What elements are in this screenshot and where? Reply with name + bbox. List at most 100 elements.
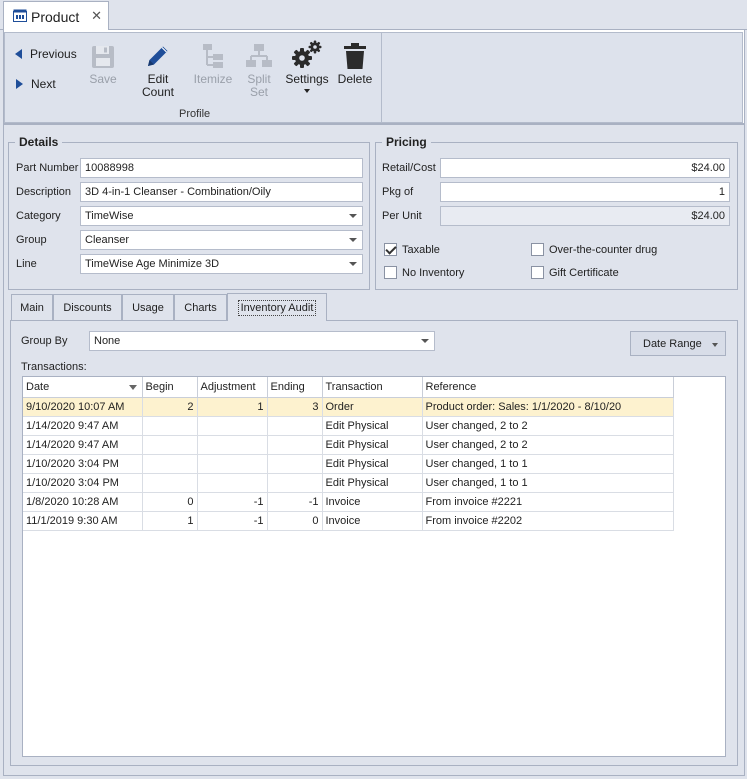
reference-cell: From invoice #2202	[422, 511, 674, 531]
otc-drug-checkbox[interactable]: Over-the-counter drug	[531, 243, 657, 256]
date-range-button[interactable]: Date Range	[630, 331, 726, 356]
column-header-ending[interactable]: Ending	[267, 377, 323, 398]
part-number-field[interactable]: 10088998	[80, 158, 363, 178]
tab-inventory-audit[interactable]: Inventory Audit	[227, 293, 327, 321]
line-label: Line	[16, 258, 37, 270]
previous-button[interactable]: Previous	[15, 47, 77, 61]
adjustment-cell: -1	[197, 492, 268, 512]
transactions-grid[interactable]: Date Begin Adjustment Ending Transaction…	[22, 376, 726, 757]
group-by-select[interactable]: None	[89, 331, 435, 351]
line-select[interactable]: TimeWise Age Minimize 3D	[80, 254, 363, 274]
tab-discounts-label: Discounts	[63, 301, 112, 314]
tab-usage-label: Usage	[132, 301, 164, 314]
sort-down-icon	[128, 385, 137, 390]
edit-count-button[interactable]: Edit Count	[130, 37, 186, 99]
no-inventory-checkbox[interactable]: No Inventory	[384, 266, 464, 279]
tab-main-label: Main	[20, 301, 44, 314]
details-legend: Details	[19, 135, 59, 149]
previous-label: Previous	[30, 47, 77, 61]
document-tab-product[interactable]: Product ✕	[3, 1, 109, 31]
column-header-adjustment[interactable]: Adjustment	[197, 377, 268, 398]
ending-cell: 0	[267, 511, 323, 531]
transactions-label: Transactions:	[21, 361, 87, 373]
begin-cell: 2	[142, 397, 198, 417]
description-label: Description	[16, 186, 72, 198]
begin-cell	[142, 473, 198, 493]
table-row[interactable]: 11/1/2019 9:30 AM 1 -1 0 Invoice From in…	[23, 511, 674, 531]
adjustment-cell: 1	[197, 397, 268, 417]
begin-cell: 1	[142, 511, 198, 531]
table-row[interactable]: 1/14/2020 9:47 AM Edit Physical User cha…	[23, 416, 674, 436]
transaction-cell: Edit Physical	[322, 473, 423, 493]
checkbox-icon	[531, 266, 544, 279]
gift-certificate-checkbox[interactable]: Gift Certificate	[531, 266, 619, 279]
chevron-down-icon	[304, 89, 310, 93]
table-header-row: Date Begin Adjustment Ending Transaction…	[23, 377, 674, 398]
tab-usage[interactable]: Usage	[122, 294, 174, 320]
delete-button[interactable]: Delete	[337, 37, 373, 86]
date-cell: 11/1/2019 9:30 AM	[23, 511, 143, 531]
chevron-down-icon	[712, 343, 718, 347]
arrow-right-icon	[16, 79, 23, 89]
column-header-begin[interactable]: Begin	[142, 377, 198, 398]
checkbox-checked-icon	[384, 243, 397, 256]
adjustment-cell	[197, 473, 268, 493]
chevron-down-icon	[349, 262, 357, 266]
ending-cell: -1	[267, 492, 323, 512]
save-icon	[91, 37, 115, 69]
table-row[interactable]: 1/8/2020 10:28 AM 0 -1 -1 Invoice From i…	[23, 492, 674, 512]
pkg-of-field[interactable]: 1	[440, 182, 730, 202]
checkbox-icon	[384, 266, 397, 279]
otc-drug-label: Over-the-counter drug	[549, 243, 658, 256]
taxable-label: Taxable	[402, 243, 440, 256]
transactions-table: Date Begin Adjustment Ending Transaction…	[23, 377, 674, 531]
group-select[interactable]: Cleanser	[80, 230, 363, 250]
tab-main[interactable]: Main	[11, 294, 53, 320]
table-row[interactable]: 1/10/2020 3:04 PM Edit Physical User cha…	[23, 473, 674, 493]
reference-cell: User changed, 1 to 1	[422, 454, 674, 474]
tab-discounts[interactable]: Discounts	[53, 294, 122, 320]
itemize-button[interactable]: Itemize	[193, 37, 233, 86]
category-select[interactable]: TimeWise	[80, 206, 363, 226]
chevron-down-icon	[349, 214, 357, 218]
taxable-checkbox[interactable]: Taxable	[384, 243, 440, 256]
ending-cell	[267, 435, 323, 455]
group-value: Cleanser	[85, 234, 130, 246]
next-label: Next	[31, 77, 56, 91]
retail-cost-field[interactable]: $24.00	[440, 158, 730, 178]
transaction-cell: Order	[322, 397, 423, 417]
table-row[interactable]: 1/14/2020 9:47 AM Edit Physical User cha…	[23, 435, 674, 455]
adjustment-cell	[197, 435, 268, 455]
settings-label: Settings	[285, 72, 329, 86]
ending-cell	[267, 416, 323, 436]
gift-certificate-label: Gift Certificate	[549, 266, 619, 279]
product-icon	[13, 9, 27, 25]
transaction-cell: Invoice	[322, 492, 423, 512]
column-header-transaction[interactable]: Transaction	[322, 377, 423, 398]
tab-inventory-audit-label: Inventory Audit	[237, 299, 317, 316]
column-header-date[interactable]: Date	[23, 377, 143, 398]
tab-charts[interactable]: Charts	[174, 294, 227, 320]
date-cell: 1/8/2020 10:28 AM	[23, 492, 143, 512]
pencil-icon	[145, 37, 171, 69]
category-label: Category	[16, 210, 61, 222]
settings-button[interactable]: Settings	[285, 37, 329, 93]
transaction-cell: Edit Physical	[322, 416, 423, 436]
transaction-cell: Edit Physical	[322, 435, 423, 455]
adjustment-cell: -1	[197, 511, 268, 531]
itemize-icon	[201, 37, 225, 69]
next-button[interactable]: Next	[16, 77, 56, 91]
reference-cell: User changed, 2 to 2	[422, 416, 674, 436]
date-range-label: Date Range	[643, 337, 702, 350]
date-cell: 9/10/2020 10:07 AM	[23, 397, 143, 417]
column-header-reference[interactable]: Reference	[422, 377, 674, 398]
save-button[interactable]: Save	[85, 37, 121, 86]
split-set-button[interactable]: Split Set	[242, 37, 276, 99]
category-value: TimeWise	[85, 210, 134, 222]
description-field[interactable]: 3D 4-in-1 Cleanser - Combination/Oily	[80, 182, 363, 202]
close-icon[interactable]: ✕	[91, 8, 102, 24]
table-row[interactable]: 9/10/2020 10:07 AM 2 1 3 Order Product o…	[23, 397, 674, 417]
no-inventory-label: No Inventory	[402, 266, 465, 279]
begin-cell	[142, 435, 198, 455]
table-row[interactable]: 1/10/2020 3:04 PM Edit Physical User cha…	[23, 454, 674, 474]
